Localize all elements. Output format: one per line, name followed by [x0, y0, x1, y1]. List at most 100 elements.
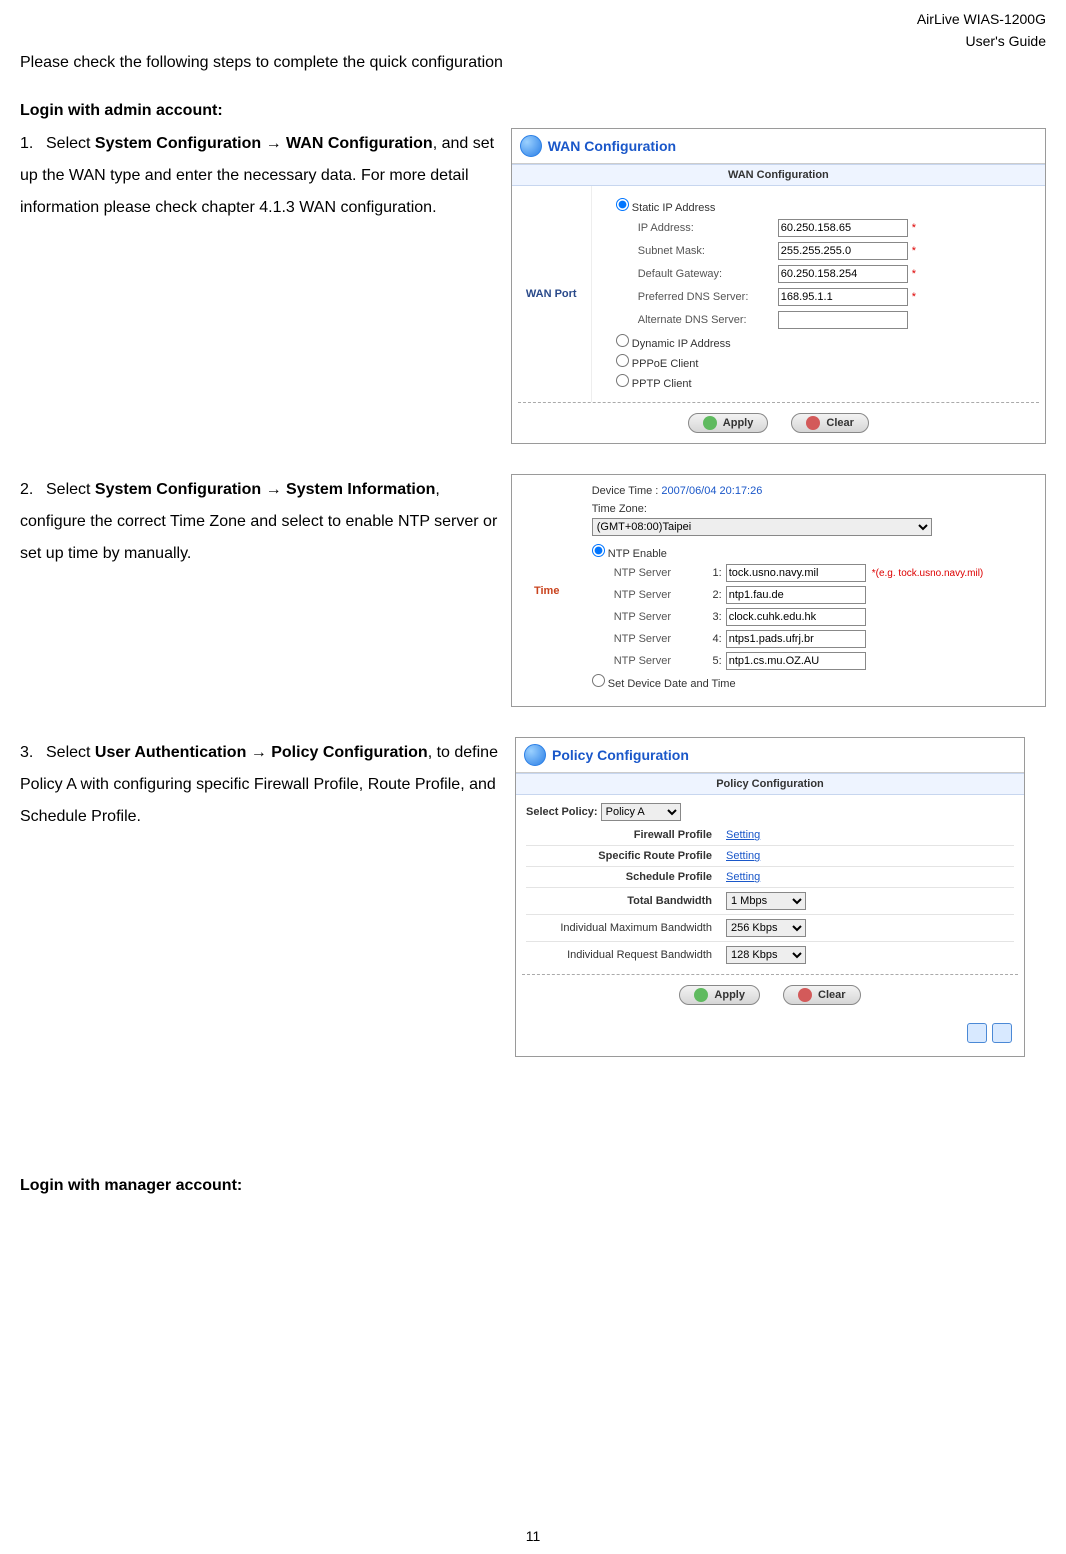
ntp5-label: NTP Server: [614, 655, 704, 667]
step-3-text: 3.Select User Authentication → Policy Co…: [20, 737, 515, 833]
clear-button[interactable]: Clear: [791, 413, 869, 433]
step-1-num: 1.: [20, 128, 46, 160]
time-section-label: Time: [512, 475, 582, 706]
ntp2-input[interactable]: [726, 586, 866, 604]
pdns-input[interactable]: [778, 288, 908, 306]
ntp5-input[interactable]: [726, 652, 866, 670]
subnet-mask-label: Subnet Mask:: [638, 245, 778, 257]
header-guide: User's Guide: [20, 32, 1046, 50]
subnet-mask-input[interactable]: [778, 242, 908, 260]
apply-button[interactable]: Apply: [688, 413, 769, 433]
step-1-pre: Select: [46, 135, 95, 152]
adns-input[interactable]: [778, 311, 908, 329]
route-setting-link[interactable]: Setting: [726, 850, 760, 862]
ntp-enable-label: NTP Enable: [608, 548, 667, 560]
page-number: 11: [0, 1528, 1066, 1544]
nav-icons-bar: [516, 1015, 1024, 1056]
timezone-select[interactable]: (GMT+08:00)Taipei: [592, 518, 932, 536]
step-3-num: 3.: [20, 737, 46, 769]
login-admin-heading: Login with admin account:: [20, 102, 1046, 120]
up-icon[interactable]: [992, 1023, 1012, 1043]
firewall-profile-label: Firewall Profile: [526, 829, 726, 841]
ind-max-bandwidth-select[interactable]: 256 Kbps: [726, 919, 806, 937]
firewall-setting-link[interactable]: Setting: [726, 829, 760, 841]
apply-button-label: Apply: [723, 417, 754, 429]
ntp5-idx: 5:: [704, 655, 722, 667]
ntp1-input[interactable]: [726, 564, 866, 582]
step-3-pre: Select: [46, 744, 95, 761]
ntp4-label: NTP Server: [614, 633, 704, 645]
step-2-num: 2.: [20, 474, 46, 506]
ntp3-idx: 3:: [704, 611, 722, 623]
ip-address-input[interactable]: [778, 219, 908, 237]
step-1-bold: System Configuration → WAN Configuration: [95, 135, 433, 152]
policy-title-bar: Policy Configuration: [516, 738, 1024, 772]
radio-dynamic-ip[interactable]: [616, 334, 629, 347]
ntp3-label: NTP Server: [614, 611, 704, 623]
ntp2-idx: 2:: [704, 589, 722, 601]
select-policy-label: Select Policy:: [526, 806, 598, 818]
ntp3-input[interactable]: [726, 608, 866, 626]
radio-pptp[interactable]: [616, 374, 629, 387]
policy-title-icon: [524, 744, 546, 766]
total-bandwidth-select[interactable]: 1 Mbps: [726, 892, 806, 910]
ntp2-label: NTP Server: [614, 589, 704, 601]
pdns-label: Preferred DNS Server:: [638, 291, 778, 303]
step-1-text: 1.Select System Configuration → WAN Conf…: [20, 128, 511, 224]
ntp1-label: NTP Server: [614, 567, 704, 579]
step-3-bold: User Authentication → Policy Configurati…: [95, 744, 428, 761]
ip-req-star: *: [912, 222, 916, 234]
route-profile-label: Specific Route Profile: [526, 850, 726, 862]
mask-req-star: *: [912, 245, 916, 257]
policy-clear-button[interactable]: Clear: [783, 985, 861, 1005]
gw-req-star: *: [912, 268, 916, 280]
step-2-pre: Select: [46, 481, 95, 498]
policy-apply-label: Apply: [714, 989, 745, 1001]
check-icon: [703, 416, 717, 430]
ntp1-idx: 1:: [704, 567, 722, 579]
ind-req-bandwidth-label: Individual Request Bandwidth: [526, 949, 726, 961]
pdns-req-star: *: [912, 291, 916, 303]
radio-ntp-enable[interactable]: [592, 544, 605, 557]
ind-req-bandwidth-select[interactable]: 128 Kbps: [726, 946, 806, 964]
screenshot-time-config: Time Device Time : 2007/06/04 20:17:26 T…: [511, 474, 1046, 707]
wan-title-text: WAN Configuration: [548, 138, 676, 154]
wan-title-icon: [520, 135, 542, 157]
set-manual-label: Set Device Date and Time: [608, 678, 736, 690]
policy-apply-button[interactable]: Apply: [679, 985, 760, 1005]
ntp-example-note: *(e.g. tock.usno.navy.mil): [872, 568, 984, 579]
policy-title-text: Policy Configuration: [552, 747, 689, 763]
ip-address-label: IP Address:: [638, 222, 778, 234]
device-time-value: 2007/06/04 20:17:26: [661, 485, 762, 497]
step-2-bold: System Configuration → System Informatio…: [95, 481, 435, 498]
clear-button-label: Clear: [826, 417, 854, 429]
wan-port-label: WAN Port: [512, 186, 592, 402]
intro-text: Please check the following steps to comp…: [20, 54, 1046, 72]
screenshot-policy-config: Policy Configuration Policy Configuratio…: [515, 737, 1025, 1057]
header-product: AirLive WIAS-1200G: [20, 10, 1046, 28]
step-2-text: 2.Select System Configuration → System I…: [20, 474, 511, 570]
login-manager-heading: Login with manager account:: [20, 1177, 1046, 1195]
schedule-setting-link[interactable]: Setting: [726, 871, 760, 883]
step-3-row: 3.Select User Authentication → Policy Co…: [20, 737, 1046, 1057]
select-policy[interactable]: Policy A: [601, 803, 681, 821]
home-icon[interactable]: [967, 1023, 987, 1043]
ntp4-idx: 4:: [704, 633, 722, 645]
radio-pptp-label: PPTP Client: [632, 378, 692, 390]
radio-static-ip[interactable]: [616, 198, 629, 211]
check-icon: [694, 988, 708, 1002]
wan-title-bar: WAN Configuration: [512, 129, 1045, 163]
ntp4-input[interactable]: [726, 630, 866, 648]
gateway-input[interactable]: [778, 265, 908, 283]
schedule-profile-label: Schedule Profile: [526, 871, 726, 883]
timezone-label: Time Zone:: [592, 503, 1033, 515]
radio-pppoe-label: PPPoE Client: [632, 358, 699, 370]
policy-panel-head: Policy Configuration: [516, 773, 1024, 795]
total-bandwidth-label: Total Bandwidth: [526, 895, 726, 907]
step-1-row: 1.Select System Configuration → WAN Conf…: [20, 128, 1046, 444]
radio-static-ip-label: Static IP Address: [632, 202, 716, 214]
gateway-label: Default Gateway:: [638, 268, 778, 280]
radio-set-manual[interactable]: [592, 674, 605, 687]
x-icon: [798, 988, 812, 1002]
radio-pppoe[interactable]: [616, 354, 629, 367]
